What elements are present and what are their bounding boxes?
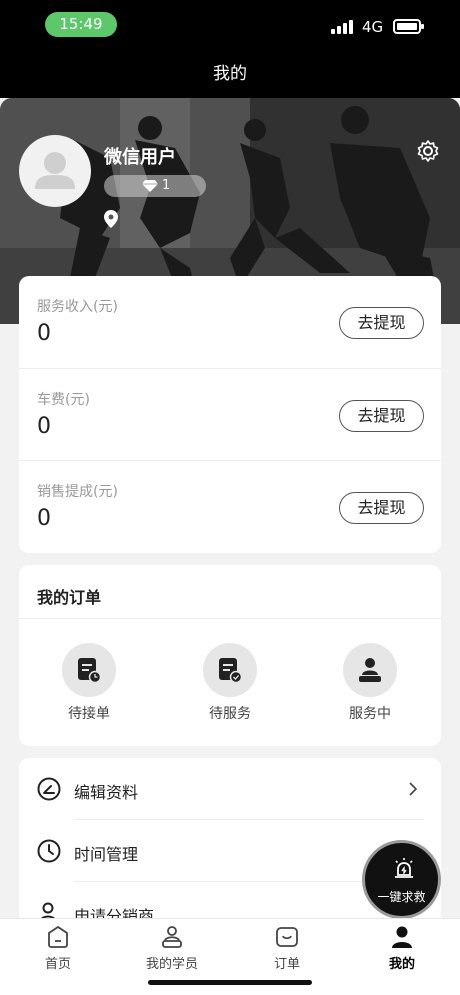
sos-button[interactable]: 一键求救 (362, 840, 441, 919)
my-orders-card: 我的订单 待接单 待服务 服务中 (19, 565, 441, 746)
menu-item-edit-profile[interactable]: 编辑资料 (19, 758, 441, 819)
earning-value: 0 (37, 506, 51, 531)
default-avatar-icon (35, 152, 75, 189)
order-status-label: 服务中 (349, 706, 391, 722)
home-indicator (148, 980, 312, 985)
withdraw-button[interactable]: 去提现 (339, 492, 424, 524)
tab-home[interactable]: 首页 (8, 925, 108, 975)
signal-icon (331, 18, 355, 34)
earning-label: 销售提成(元) (37, 484, 118, 500)
withdraw-button[interactable]: 去提现 (339, 400, 424, 432)
edit-profile-icon (37, 777, 61, 801)
earning-value: 0 (37, 321, 51, 346)
service-income-row: 服务收入(元) 0 去提现 (19, 276, 441, 368)
clock-icon (37, 839, 61, 863)
in-service-icon (359, 658, 381, 682)
awaiting-service-icon (219, 658, 242, 683)
order-status-pending[interactable]: 待接单 (44, 643, 134, 723)
page-title: 我的 (213, 64, 247, 84)
status-time: 15:49 (45, 12, 117, 37)
orders-title: 我的订单 (37, 588, 102, 607)
order-status-awaiting[interactable]: 待服务 (185, 643, 275, 723)
avatar[interactable] (19, 135, 91, 207)
order-status-in-service[interactable]: 服务中 (325, 643, 415, 723)
pending-order-icon (78, 658, 101, 683)
order-status-label: 待接单 (68, 706, 110, 722)
chevron-right-icon (409, 782, 418, 796)
tab-label: 首页 (44, 957, 71, 972)
menu-item-label: 时间管理 (74, 845, 139, 864)
sos-label: 一键求救 (377, 890, 426, 904)
menu-item-label: 编辑资料 (74, 783, 139, 802)
tab-orders[interactable]: 订单 (237, 925, 337, 975)
students-icon (162, 926, 182, 948)
earning-value: 0 (37, 414, 51, 439)
home-icon (48, 925, 68, 948)
location-icon[interactable] (104, 210, 118, 228)
level-badge: 1 (104, 175, 206, 197)
settings-gear-icon[interactable] (417, 140, 439, 162)
tab-label: 我的学员 (145, 957, 198, 972)
sales-commission-row: 销售提成(元) 0 去提现 (19, 460, 441, 552)
earning-label: 车费(元) (37, 392, 90, 408)
level-value: 1 (162, 178, 171, 193)
earning-label: 服务收入(元) (37, 299, 118, 315)
alarm-icon (395, 858, 413, 878)
diamond-icon (142, 180, 158, 192)
order-status-label: 待服务 (209, 706, 251, 722)
divider (19, 618, 441, 619)
tab-profile[interactable]: 我的 (352, 925, 452, 975)
network-type: 4G (362, 18, 384, 36)
user-name: 微信用户 (104, 147, 176, 168)
tab-label: 订单 (273, 957, 300, 972)
withdraw-button[interactable]: 去提现 (339, 307, 424, 339)
battery-icon (393, 19, 424, 34)
tab-my-students[interactable]: 我的学员 (122, 925, 222, 975)
status-bar: 15:49 4G (0, 0, 460, 50)
nav-bar: 我的 (0, 50, 460, 98)
orders-icon (276, 927, 298, 947)
earnings-card: 服务收入(元) 0 去提现 车费(元) 0 去提现 销售提成(元) 0 去提现 (19, 276, 441, 553)
tab-label: 我的 (388, 957, 415, 972)
fare-row: 车费(元) 0 去提现 (19, 368, 441, 460)
profile-icon (392, 926, 412, 948)
